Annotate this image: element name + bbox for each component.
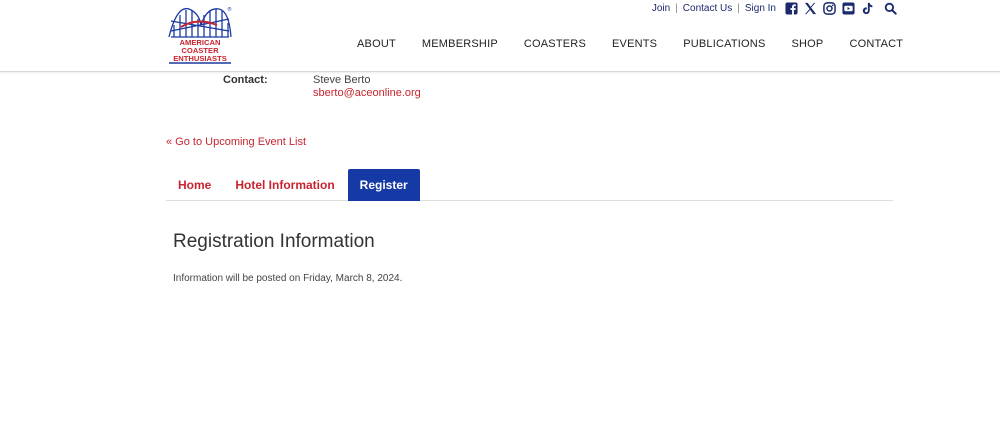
- facebook-icon[interactable]: [785, 1, 798, 15]
- utility-separator: |: [737, 2, 740, 14]
- main-nav: ABOUT MEMBERSHIP COASTERS EVENTS PUBLICA…: [357, 38, 903, 50]
- join-link[interactable]: Join: [652, 3, 670, 14]
- tab-register[interactable]: Register: [347, 169, 420, 201]
- contact-email-link[interactable]: sberto@aceonline.org: [313, 87, 421, 99]
- nav-membership[interactable]: MEMBERSHIP: [422, 38, 498, 50]
- contact-us-link[interactable]: Contact Us: [683, 3, 732, 14]
- utility-separator: |: [675, 2, 678, 14]
- nav-publications[interactable]: PUBLICATIONS: [683, 38, 765, 50]
- nav-events[interactable]: EVENTS: [612, 38, 657, 50]
- youtube-icon[interactable]: [842, 1, 855, 15]
- contact-label: Contact:: [223, 74, 268, 86]
- tab-home[interactable]: Home: [166, 169, 223, 201]
- event-tabs: Home Hotel Information Register: [166, 169, 893, 201]
- nav-about[interactable]: ABOUT: [357, 38, 396, 50]
- nav-coasters[interactable]: COASTERS: [524, 38, 586, 50]
- logo-text-enthusiasts: ENTHUSIASTS: [173, 54, 227, 63]
- registration-text: Information will be posted on Friday, Ma…: [173, 273, 403, 284]
- registered-mark: ®: [227, 6, 232, 13]
- nav-contact[interactable]: CONTACT: [849, 38, 903, 50]
- tiktok-icon[interactable]: [861, 2, 874, 15]
- search-icon[interactable]: [884, 2, 897, 15]
- x-icon[interactable]: [804, 2, 817, 15]
- tab-hotel-information[interactable]: Hotel Information: [223, 169, 346, 201]
- site-header: ® AMERICAN COASTER ENTHUSIASTS Join | Co…: [0, 0, 1000, 72]
- social-links: [785, 1, 897, 15]
- utility-bar: Join | Contact Us | Sign In: [652, 0, 897, 16]
- sign-in-link[interactable]: Sign In: [745, 3, 776, 14]
- contact-name: Steve Berto: [313, 74, 371, 86]
- instagram-icon[interactable]: [823, 1, 836, 15]
- registration-title: Registration Information: [173, 231, 375, 252]
- ace-logo[interactable]: ® AMERICAN COASTER ENTHUSIASTS: [167, 3, 233, 65]
- back-to-event-list-link[interactable]: « Go to Upcoming Event List: [166, 136, 306, 148]
- nav-shop[interactable]: SHOP: [792, 38, 824, 50]
